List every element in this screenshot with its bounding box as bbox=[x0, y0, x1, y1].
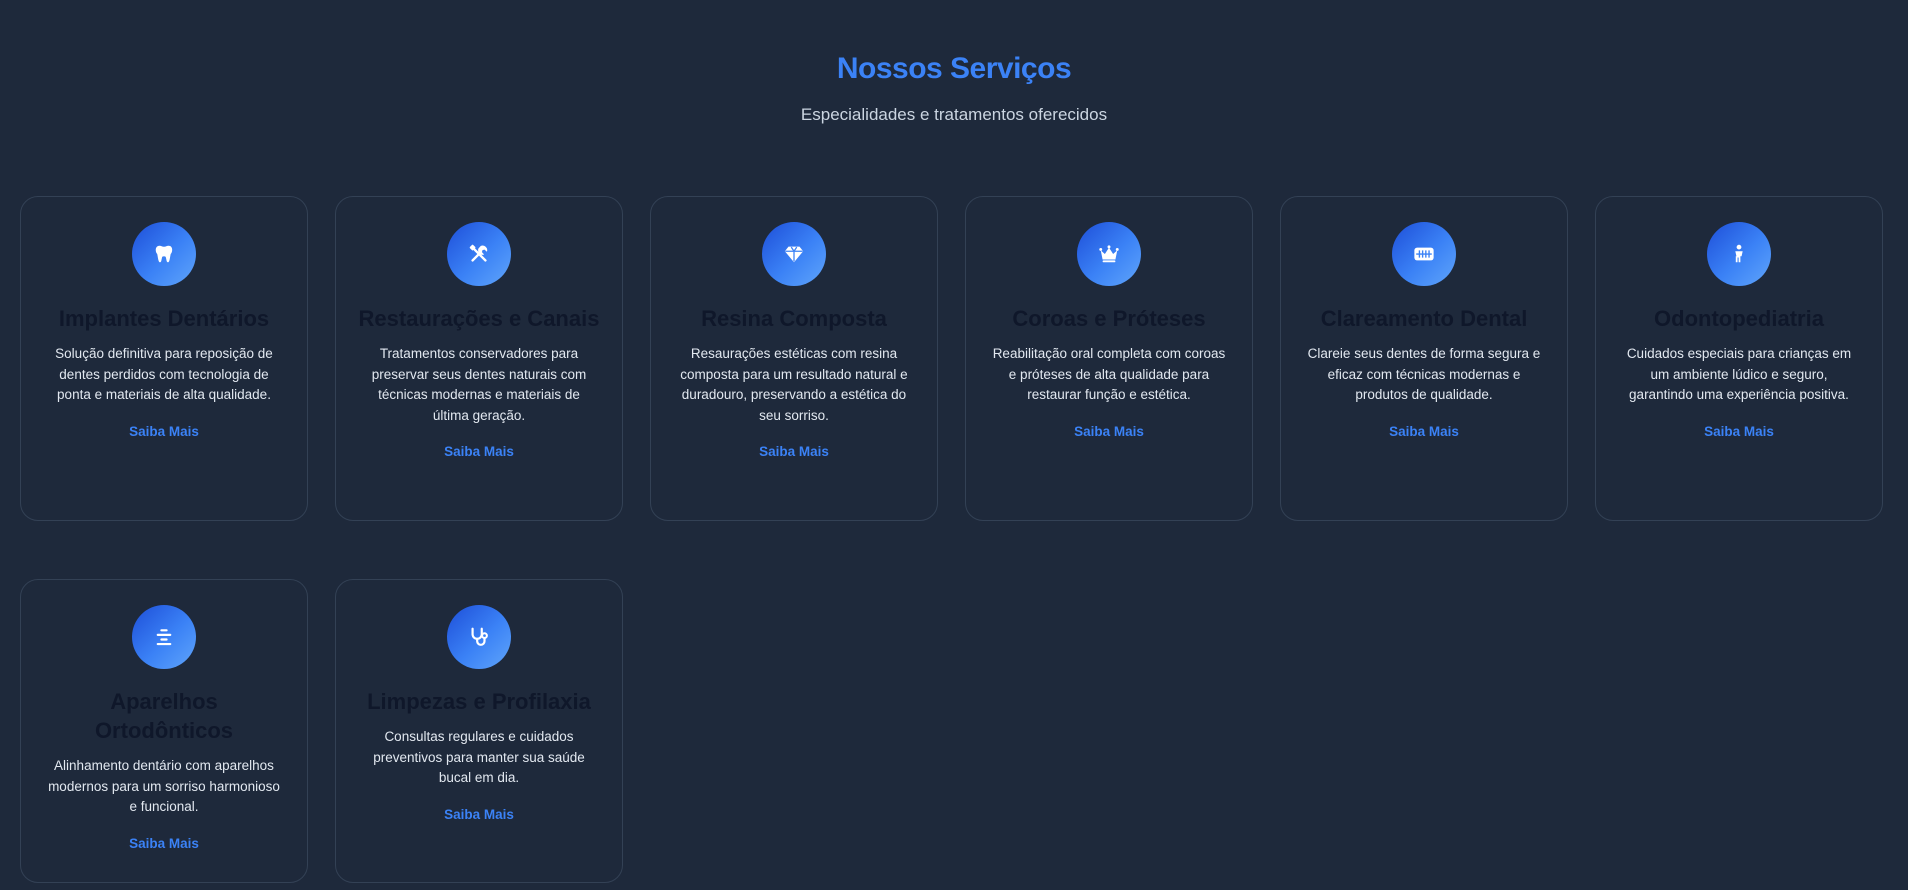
icon-badge bbox=[1077, 222, 1141, 286]
icon-badge bbox=[132, 222, 196, 286]
saiba-mais-link[interactable]: Saiba Mais bbox=[1389, 424, 1459, 439]
icon-badge bbox=[447, 605, 511, 669]
section-title: Nossos Serviços bbox=[836, 52, 1072, 85]
icon-badge bbox=[1707, 222, 1771, 286]
card-title: Implantes Dentários bbox=[58, 306, 270, 331]
card-title: Resina Composta bbox=[701, 306, 887, 331]
saiba-mais-link[interactable]: Saiba Mais bbox=[129, 836, 199, 851]
teeth-icon bbox=[1414, 247, 1434, 261]
child-icon bbox=[1735, 244, 1743, 263]
card-description: Reabilitação oral completa com coroas e … bbox=[992, 346, 1226, 402]
service-card-implantes: Implantes Dentários Solução definitiva p… bbox=[20, 196, 308, 521]
card-title: Aparelhos Ortodônticos bbox=[94, 689, 234, 743]
card-description: Resaurações estéticas com resina compost… bbox=[680, 346, 908, 423]
card-description: Solução definitiva para reposição de den… bbox=[55, 346, 273, 402]
gem-icon bbox=[784, 246, 804, 263]
icon-badge bbox=[1392, 222, 1456, 286]
service-card-limpezas: Limpezas e Profilaxia Consultas regulare… bbox=[335, 579, 623, 883]
service-card-clareamento: Clareamento Dental Clareie seus dentes d… bbox=[1280, 196, 1568, 521]
icon-badge bbox=[762, 222, 826, 286]
card-title: Limpezas e Profilaxia bbox=[367, 689, 591, 714]
card-description: Clareie seus dentes de forma segura e ef… bbox=[1307, 346, 1541, 402]
icon-badge bbox=[132, 605, 196, 669]
saiba-mais-link[interactable]: Saiba Mais bbox=[1074, 424, 1144, 439]
tooth-icon bbox=[155, 245, 173, 263]
icon-badge bbox=[447, 222, 511, 286]
card-title: Clareamento Dental bbox=[1320, 306, 1528, 331]
saiba-mais-link[interactable]: Saiba Mais bbox=[1704, 424, 1774, 439]
service-card-coroas: Coroas e Próteses Reabilitação oral comp… bbox=[965, 196, 1253, 521]
crown-icon bbox=[1099, 245, 1119, 263]
service-card-resina: Resina Composta Resaurações estéticas co… bbox=[650, 196, 938, 521]
card-title: Restaurações e Canais bbox=[358, 306, 600, 331]
saiba-mais-link[interactable]: Saiba Mais bbox=[759, 444, 829, 459]
service-card-restauracoes: Restaurações e Canais Tratamentos conser… bbox=[335, 196, 623, 521]
card-title: Coroas e Próteses bbox=[1012, 306, 1206, 331]
stethoscope-icon bbox=[471, 627, 488, 646]
saiba-mais-link[interactable]: Saiba Mais bbox=[444, 444, 514, 459]
saiba-mais-link[interactable]: Saiba Mais bbox=[444, 807, 514, 822]
card-description: Alinhamento dentário com aparelhos moder… bbox=[48, 758, 280, 814]
card-description: Tratamentos conservadores para preservar… bbox=[371, 346, 587, 423]
saiba-mais-link[interactable]: Saiba Mais bbox=[129, 424, 199, 439]
tools-icon bbox=[469, 244, 488, 262]
card-description: Cuidados especiais para crianças em um a… bbox=[1626, 346, 1852, 402]
service-card-aparelhos: Aparelhos Ortodônticos Alinhamento dentá… bbox=[20, 579, 308, 883]
card-description: Consultas regulares e cuidados preventiv… bbox=[373, 729, 585, 785]
card-title: Odontopediatria bbox=[1654, 306, 1824, 331]
section-subtitle: Especialidades e tratamentos oferecidos bbox=[800, 105, 1108, 124]
service-card-odontopediatria: Odontopediatria Cuidados especiais para … bbox=[1595, 196, 1883, 521]
align-center-icon bbox=[156, 629, 172, 646]
